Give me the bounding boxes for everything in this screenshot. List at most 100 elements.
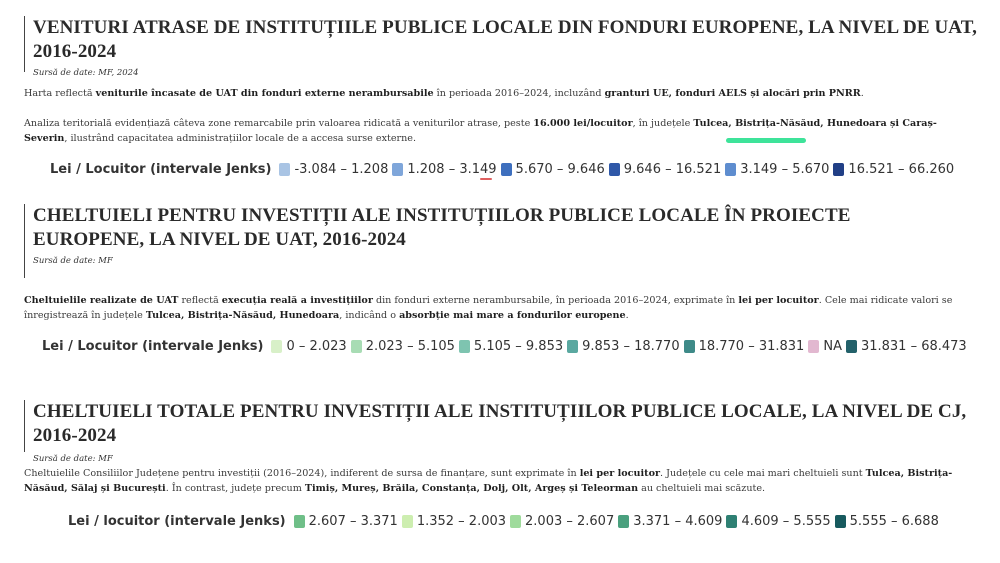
section-title: VENITURI ATRASE DE INSTITUȚIILE PUBLICE … — [33, 17, 977, 62]
legend-item: 18.770 – 31.831 — [683, 339, 805, 354]
legend-label: 9.853 – 18.770 — [582, 339, 680, 354]
legend-item: -3.084 – 1.208 — [279, 162, 388, 177]
legend: Lei / Locuitor (intervale Jenks) 0 – 2.0… — [42, 339, 971, 354]
legend: Lei / Locuitor (intervale Jenks) -3.084 … — [50, 162, 958, 177]
legend-item: 31.831 – 68.473 — [845, 339, 967, 354]
legend-swatch — [833, 163, 845, 176]
text-bold: Cheltuielile realizate de UAT — [24, 295, 179, 306]
legend-swatch — [725, 163, 737, 176]
section-venituri: VENITURI ATRASE DE INSTITUȚIILE PUBLICE … — [24, 16, 980, 78]
legend-swatch — [567, 340, 579, 353]
legend-title: Lei / locuitor (intervale Jenks) — [68, 514, 286, 529]
legend-swatch — [350, 340, 362, 353]
legend-swatch — [834, 515, 846, 528]
legend-swatch — [401, 515, 413, 528]
paragraph-1: Harta reflectă veniturile încasate de UA… — [24, 86, 974, 101]
section-title: CHELTUIELI PENTRU INVESTIȚII ALE INSTITU… — [33, 205, 851, 250]
text: în perioada 2016–2024, incluzând — [433, 88, 605, 99]
source-note: Sursă de date: MF, 2024 — [33, 68, 139, 78]
text: reflectă — [178, 295, 222, 306]
legend-swatch — [845, 340, 857, 353]
legend-item: 0 – 2.023 — [271, 339, 347, 354]
text-bold: absorbție mai mare a fondurilor europene — [399, 310, 626, 321]
text: . Județele cu cele mai mari cheltuieli s… — [660, 468, 866, 479]
legend-swatch — [608, 163, 620, 176]
legend-title: Lei / Locuitor (intervale Jenks) — [42, 339, 264, 354]
text: Harta reflectă — [24, 88, 96, 99]
text-bold: veniturile încasate de UAT din fonduri e… — [95, 88, 434, 99]
legend-item: 3.371 – 4.609 — [618, 514, 722, 529]
legend-title: Lei / Locuitor (intervale Jenks) — [50, 162, 272, 177]
legend-item: 5.105 – 9.853 — [458, 339, 564, 354]
legend-label: 18.770 – 31.831 — [698, 339, 805, 354]
text-bold: granturi UE, fonduri AELS și alocări pri… — [604, 88, 861, 99]
legend-label: 2.003 – 2.607 — [525, 514, 615, 529]
paragraph-1: Cheltuielile Consiliilor Județene pentru… — [24, 466, 979, 496]
legend-item: 3.149 – 5.670 — [725, 162, 829, 177]
legend-label: 5.670 – 9.646 — [515, 162, 605, 177]
legend-label: 2.607 – 3.371 — [308, 514, 398, 529]
legend-label: 31.831 – 68.473 — [860, 339, 967, 354]
legend-label: 5.555 – 6.688 — [849, 514, 939, 529]
text-bold: execuția reală a investițiilor — [221, 295, 373, 306]
text-bold: lei per locuitor — [579, 468, 661, 479]
legend-swatch — [510, 515, 522, 528]
legend-label: 5.105 – 9.853 — [473, 339, 564, 354]
section-cheltuieli-uat: CHELTUIELI PENTRU INVESTIȚII ALE INSTITU… — [24, 204, 980, 278]
section-header: VENITURI ATRASE DE INSTITUȚIILE PUBLICE … — [24, 16, 980, 78]
section-header: CHELTUIELI PENTRU INVESTIȚII ALE INSTITU… — [24, 204, 980, 278]
text-bold: Tulcea, Bistrița-Năsăud, Hunedoara — [145, 310, 340, 321]
legend-item: 2.003 – 2.607 — [510, 514, 614, 529]
paragraph-2: Analiza teritorială evidențiază câteva z… — [24, 116, 976, 146]
legend-label: 2.023 – 5.105 — [365, 339, 455, 354]
legend-swatch — [279, 163, 291, 176]
paragraph-1: Cheltuielile realizate de UAT reflectă e… — [24, 293, 979, 323]
legend-label: 3.371 – 4.609 — [633, 514, 723, 529]
legend-swatch — [808, 340, 820, 353]
legend-item: 16.521 – 66.260 — [833, 162, 954, 177]
underline-marker — [480, 178, 492, 180]
legend-label: -3.084 – 1.208 — [294, 162, 389, 177]
legend-swatch — [458, 340, 470, 353]
section-header: CHELTUIELI TOTALE PENTRU INVESTIȚII ALE … — [24, 400, 980, 464]
text-bold: lei per locuitor — [738, 295, 819, 306]
legend-swatch — [726, 515, 738, 528]
legend-item: 5.555 – 6.688 — [834, 514, 939, 529]
text: , indicând o — [339, 310, 400, 321]
text: din fonduri externe nerambursabile, în p… — [372, 295, 739, 306]
legend-item: 5.670 – 9.646 — [500, 162, 605, 177]
highlight-marker — [726, 138, 806, 143]
source-note: Sursă de date: MF — [33, 256, 113, 266]
legend-label: 1.208 – 3.149 — [407, 162, 497, 177]
legend-label: 3.149 – 5.670 — [740, 162, 830, 177]
legend-swatch — [500, 163, 512, 176]
legend-swatch — [683, 340, 695, 353]
legend-item: 4.609 – 5.555 — [726, 514, 831, 529]
legend-label: 1.352 – 2.003 — [416, 514, 507, 529]
legend-item: 2.607 – 3.371 — [293, 514, 398, 529]
legend-label: 9.646 – 16.521 — [623, 162, 722, 177]
legend-swatch — [618, 515, 630, 528]
legend-item: 1.208 – 3.149 — [392, 162, 497, 177]
legend-item: 1.352 – 2.003 — [401, 514, 507, 529]
text: . — [860, 88, 864, 99]
legend-swatch — [392, 163, 404, 176]
text-bold: 16.000 lei/locuitor — [533, 118, 633, 129]
text: Cheltuielile Consiliilor Județene pentru… — [24, 468, 580, 479]
section-title: CHELTUIELI TOTALE PENTRU INVESTIȚII ALE … — [33, 401, 967, 446]
legend-item: 2.023 – 5.105 — [350, 339, 455, 354]
text: Analiza teritorială evidențiază câteva z… — [24, 118, 534, 129]
text-bold: Timiș, Mureș, Brăila, Constanța, Dolj, O… — [304, 483, 639, 494]
text: . În contrast, județe precum — [165, 483, 305, 494]
text: , ilustrând capacitatea administrațiilor… — [64, 133, 417, 144]
legend-swatch — [293, 515, 305, 528]
legend-label: 0 – 2.023 — [286, 339, 347, 354]
legend-label: 4.609 – 5.555 — [741, 514, 831, 529]
section-cheltuieli-cj: CHELTUIELI TOTALE PENTRU INVESTIȚII ALE … — [24, 400, 980, 464]
legend-label: NA — [823, 339, 842, 354]
legend: Lei / locuitor (intervale Jenks) 2.607 –… — [68, 514, 943, 529]
text: , în județele — [632, 118, 694, 129]
text: . — [625, 310, 629, 321]
legend-label: 16.521 – 66.260 — [848, 162, 955, 177]
legend-item: 9.646 – 16.521 — [608, 162, 722, 177]
